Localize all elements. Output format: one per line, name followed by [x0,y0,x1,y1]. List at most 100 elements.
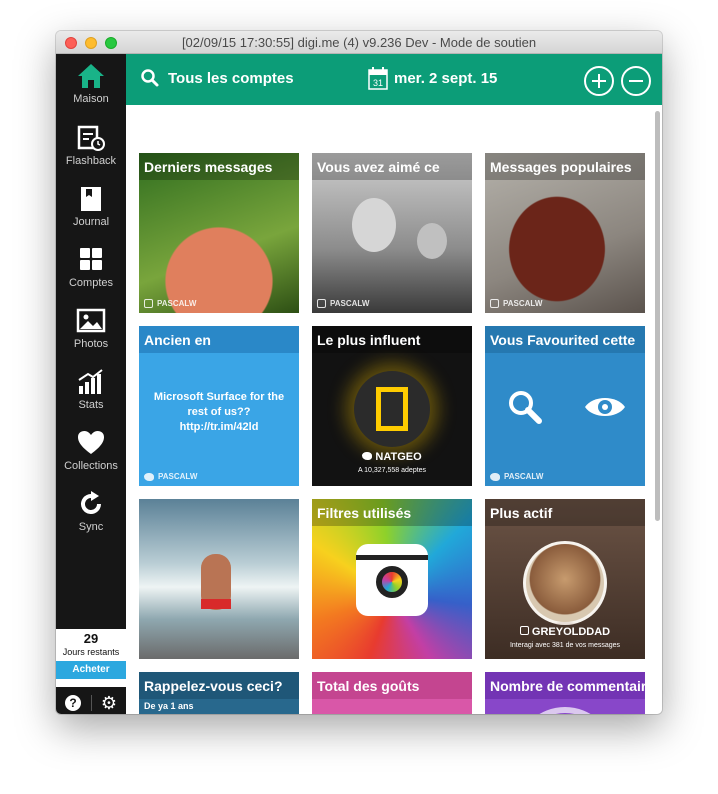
tile-grid: Derniers messages PASCALW Vous avez aimé… [126,105,662,714]
tile-popular-posts[interactable]: Messages populaires PASCALW [485,153,645,313]
tile-title: Plus actif [485,499,645,526]
tile-title: Vous avez aimé ce [312,153,472,180]
photo-face [417,223,447,259]
top-bar: Tous les comptes 31 mer. 2 sept. 15 [126,54,662,105]
calendar-button[interactable]: 31 [368,67,388,96]
tile-filters-used[interactable]: Filtres utilisés [312,499,472,659]
sync-icon [81,491,101,514]
tile-source: PASCALW [144,299,196,308]
buy-button[interactable]: Acheter [56,661,126,679]
heart-icon: ♥ [342,702,395,714]
instagram-icon [519,626,529,635]
photo-face [352,198,396,252]
tile-photo-wave[interactable] [139,499,299,659]
sidebar-item-label: Maison [73,93,109,105]
zoom-in-button[interactable] [584,66,614,96]
settings-button[interactable]: ⚙ [99,693,119,713]
sidebar-item-photos[interactable]: Photos [56,307,126,365]
tile-title: Total des goûts [312,672,472,699]
instagram-icon [490,299,499,308]
tile-source: PASCALW [490,472,543,481]
photo-swimsuit [201,599,231,609]
sidebar-item-flashback[interactable]: Flashback [56,124,126,182]
gear-icon: ⚙ [100,693,118,713]
account-name: NATGEO [312,451,472,463]
title-bar: [02/09/15 17:30:55] digi.me (4) v9.236 D… [56,31,662,54]
sidebar-item-maison[interactable]: Maison [56,62,126,120]
search-button[interactable] [140,68,160,90]
heart-icon [78,431,104,454]
tile-title: Rappelez-vous ceci? [139,672,299,699]
tile-source: PASCALW [317,299,369,308]
tile-latest-posts[interactable]: Derniers messages PASCALW [139,153,299,313]
instagram-icon [317,299,326,308]
sidebar-item-stats[interactable]: Stats [56,368,126,426]
avatar [523,541,607,625]
flashback-icon [77,125,105,151]
sidebar-item-label: Photos [73,338,109,350]
tile-title: Le plus influent [312,326,472,353]
journal-icon [81,187,101,211]
eye-icon [585,398,625,416]
sidebar: Maison Flashback Journal Comptes Photos … [56,54,126,714]
tile-total-likes[interactable]: ♥ Total des goûts 2466 [312,672,472,714]
tile-title: Filtres utilisés [312,499,472,526]
search-icon [509,391,542,424]
sidebar-item-label: Comptes [68,277,114,289]
divider [91,695,92,711]
sidebar-item-sync[interactable]: Sync [56,490,126,548]
search-icon [141,69,159,87]
tweet-text: Microsoft Surface for the rest of us?? h… [153,391,285,433]
tile-source: PASCALW [144,472,197,481]
sidebar-item-journal[interactable]: Journal [56,185,126,243]
instagram-icon [144,299,153,308]
home-icon [78,64,104,88]
tile-title: Vous Favourited cette [485,326,645,353]
date-label[interactable]: mer. 2 sept. 15 [394,70,497,87]
tile-most-influent[interactable]: Le plus influent NATGEO A 10,327,558 ade… [312,326,472,486]
account-activity: Interagi avec 381 de vos messages [509,642,621,649]
scrollbar[interactable] [655,111,660,521]
accounts-grid-icon [80,248,102,270]
photos-icon [76,308,106,333]
comment-ring [515,707,615,714]
tile-you-liked[interactable]: Vous avez aimé ce PASCALW [312,153,472,313]
instagram-icon [356,544,428,616]
zoom-out-button[interactable] [621,66,651,96]
minus-icon [629,80,643,82]
tile-most-active[interactable]: Plus actif GREYOLDDAD Interagi avec 381 … [485,499,645,659]
trial-days-count: 29 [83,631,99,646]
twitter-icon [490,472,500,481]
tile-remember-this[interactable]: Rappelez-vous ceci? De ya 1 ans [139,672,299,714]
tile-old-tweet[interactable]: Ancien en Microsoft Surface for the rest… [139,326,299,486]
tile-title: Nombre de commentaires [485,672,645,699]
sidebar-item-label: Collections [64,460,118,472]
twitter-icon [144,472,154,481]
sidebar-item-collections[interactable]: Collections [56,429,126,487]
window-title: [02/09/15 17:30:55] digi.me (4) v9.236 D… [181,35,537,50]
tile-comments-count[interactable]: Nombre de commentaires 556 [485,672,645,714]
calendar-day: 31 [373,78,383,88]
tile-title: Messages populaires [485,153,645,180]
help-button[interactable]: ? [65,695,81,711]
sidebar-bottom-bar: ? ⚙ [56,691,126,714]
tile-subtitle: De ya 1 ans [144,701,194,711]
account-name: GREYOLDDAD [485,626,645,638]
stats-icon [78,369,103,394]
sidebar-item-label: Stats [78,399,104,411]
trial-panel: 29 Jours restants Acheter [56,629,126,687]
natgeo-logo [354,371,430,447]
tile-title: Ancien en [139,326,299,353]
tile-title: Derniers messages [139,153,299,180]
calendar-icon: 31 [368,67,388,90]
twitter-icon [362,452,373,460]
accounts-filter[interactable]: Tous les comptes [168,70,294,87]
tile-favourited[interactable]: Vous Favourited cette PASCALW [485,326,645,486]
trial-days-label: Jours restants [62,647,120,657]
sidebar-item-comptes[interactable]: Comptes [56,246,126,304]
account-followers: A 10,327,558 adeptes [357,467,427,474]
sidebar-item-label: Journal [72,216,110,228]
sidebar-item-label: Sync [78,521,104,533]
tile-source: PASCALW [490,299,542,308]
sidebar-item-label: Flashback [65,155,117,167]
